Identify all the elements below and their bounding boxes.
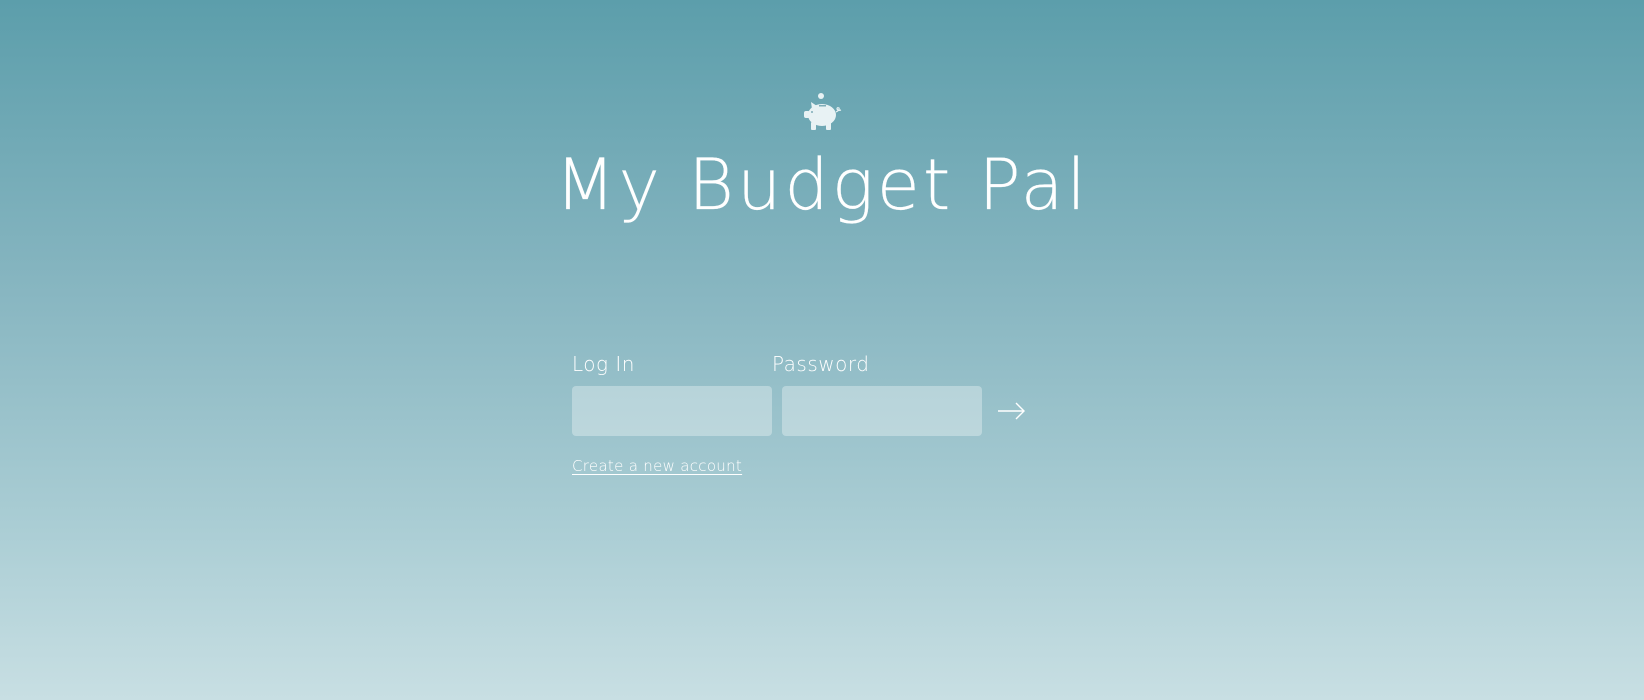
password-input[interactable]	[782, 386, 982, 436]
submit-button[interactable]	[996, 396, 1032, 426]
arrow-right-icon	[996, 396, 1032, 426]
piggy-bank-icon	[800, 92, 844, 132]
app-title: My Budget Pal	[555, 144, 1089, 226]
login-input[interactable]	[572, 386, 772, 436]
password-label: Password	[772, 352, 870, 376]
create-account-link[interactable]: Create a new account	[572, 457, 742, 475]
login-label: Log In	[572, 352, 635, 376]
